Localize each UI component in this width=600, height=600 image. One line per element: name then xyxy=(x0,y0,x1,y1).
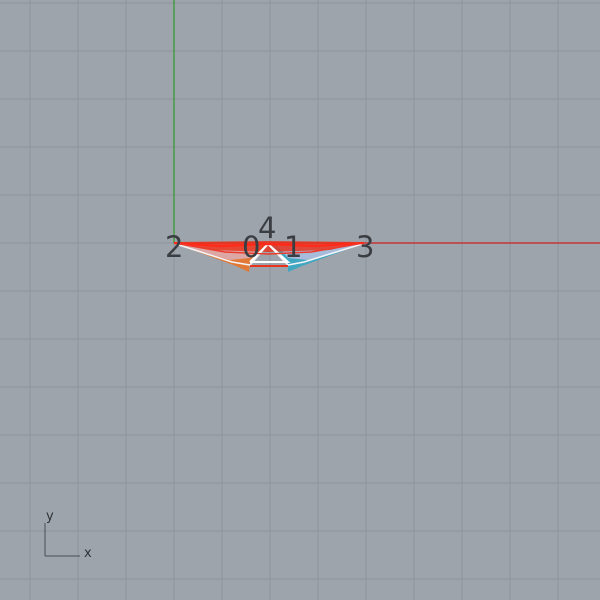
viewport-canvas[interactable]: 0 1 2 3 4 y x xyxy=(0,0,600,600)
point-label-1: 1 xyxy=(284,230,302,264)
axis-gizmo: y x xyxy=(44,509,92,561)
point-label-3: 3 xyxy=(356,230,374,264)
model-geometry[interactable] xyxy=(173,241,365,272)
point-label-2: 2 xyxy=(165,230,183,264)
gizmo-x-label: x xyxy=(84,546,92,561)
3d-viewport[interactable]: 0 1 2 3 4 y x xyxy=(0,0,600,600)
point-label-4: 4 xyxy=(258,211,276,245)
construction-grid xyxy=(0,0,600,600)
gizmo-y-label: y xyxy=(46,509,54,524)
